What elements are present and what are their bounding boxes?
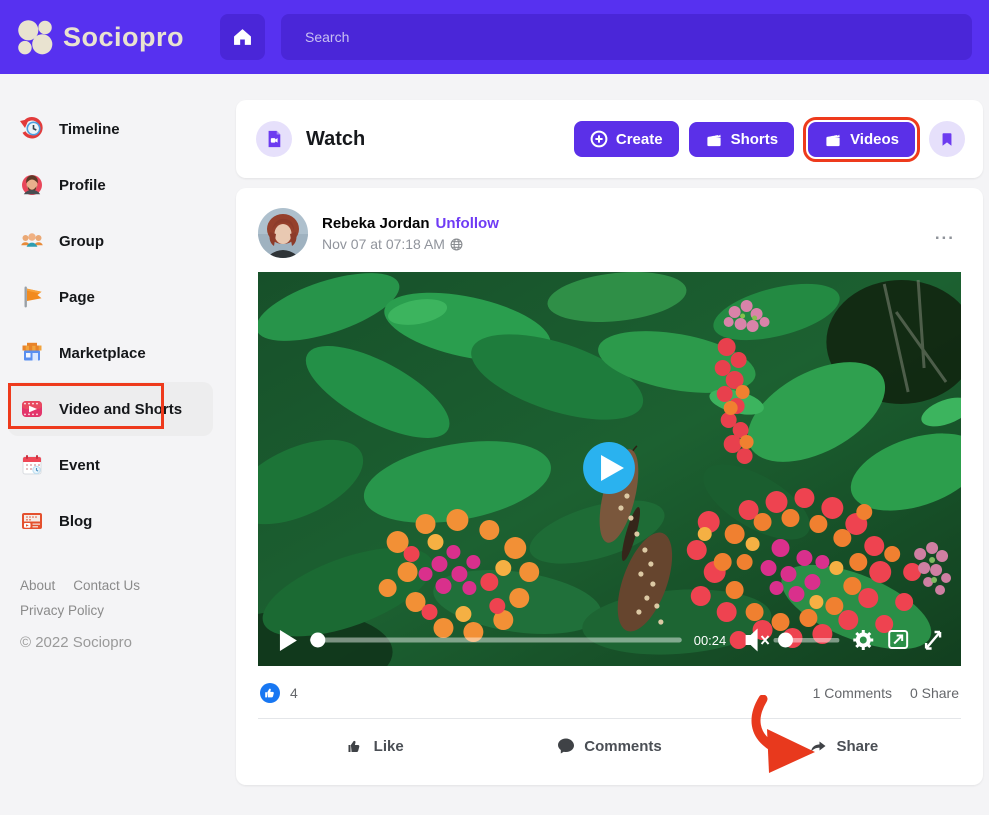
sociopro-logo-icon: [16, 18, 54, 56]
home-button[interactable]: [220, 14, 265, 60]
sidebar-footer: About Contact Us Privacy Policy © 2022 S…: [20, 578, 236, 651]
avatar[interactable]: [258, 208, 308, 258]
current-time: 00:24: [694, 633, 726, 648]
sidebar-item-marketplace[interactable]: Marketplace: [20, 326, 236, 380]
share-button-label: Share: [836, 738, 878, 755]
sidebar-item-label: Timeline: [59, 121, 120, 138]
volume-thumb[interactable]: [778, 633, 793, 648]
post-menu-button[interactable]: ...: [935, 224, 955, 244]
brand-name: Sociopro: [63, 22, 184, 53]
shorts-button[interactable]: Shorts: [689, 122, 795, 157]
shorts-button-label: Shorts: [731, 131, 779, 148]
sidebar-item-label: Profile: [59, 177, 106, 194]
sidebar: Timeline Profile Group: [0, 74, 236, 815]
sidebar-item-page[interactable]: Page: [20, 270, 236, 324]
top-nav: Sociopro: [0, 0, 989, 74]
footer-link-privacy-policy[interactable]: Privacy Policy: [20, 603, 104, 618]
create-button-label: Create: [616, 131, 663, 148]
globe-privacy-icon: [450, 238, 463, 251]
sidebar-item-profile[interactable]: Profile: [20, 158, 236, 212]
share-arrow-icon: [809, 738, 827, 755]
sidebar-item-blog[interactable]: Blog: [20, 494, 236, 548]
sidebar-item-label: Page: [59, 289, 95, 306]
comments-summary[interactable]: 1 Comments: [813, 685, 892, 701]
sidebar-item-timeline[interactable]: Timeline: [20, 102, 236, 156]
create-button[interactable]: Create: [574, 121, 679, 157]
videos-button-label: Videos: [850, 131, 899, 148]
bookmark-icon: [939, 131, 955, 148]
video-shorts-icon: [20, 397, 44, 421]
like-button[interactable]: Like: [258, 737, 492, 755]
comment-bubble-icon: [557, 737, 575, 755]
watch-page-icon: [256, 121, 292, 157]
progress-bar[interactable]: [310, 638, 682, 643]
share-summary[interactable]: 0 Share: [910, 685, 959, 701]
sidebar-item-label: Blog: [59, 513, 92, 530]
group-icon: [20, 229, 44, 253]
page-title: Watch: [306, 128, 365, 151]
page-flag-icon: [20, 285, 44, 309]
author-name[interactable]: Rebeka Jordan: [322, 215, 430, 232]
sidebar-item-video-and-shorts[interactable]: Video and Shorts: [8, 382, 213, 436]
search-input[interactable]: [281, 14, 972, 60]
post-header: Rebeka Jordan Unfollow Nov 07 at 07:18 AM…: [258, 208, 961, 258]
like-button-label: Like: [374, 738, 404, 755]
video-file-icon: [265, 130, 283, 148]
saved-videos-button[interactable]: [929, 121, 965, 157]
clapperboard-icon: [705, 131, 723, 148]
thumbs-up-icon: [347, 737, 365, 755]
post-stats: 4 1 Comments 0 Share: [258, 666, 961, 718]
like-badge-icon: [260, 683, 280, 703]
footer-link-contact-us[interactable]: Contact Us: [73, 578, 140, 593]
event-calendar-icon: [20, 453, 44, 477]
footer-link-about[interactable]: About: [20, 578, 55, 593]
post-actions: Like Comments Share: [258, 719, 961, 761]
share-button[interactable]: Share: [727, 737, 961, 755]
videos-button[interactable]: Videos: [808, 122, 915, 157]
unfollow-link[interactable]: Unfollow: [436, 215, 499, 232]
sidebar-item-label: Video and Shorts: [59, 401, 182, 418]
home-icon: [233, 28, 252, 46]
marketplace-icon: [20, 341, 44, 365]
sidebar-item-event[interactable]: Event: [20, 438, 236, 492]
profile-icon: [20, 173, 44, 197]
sidebar-item-group[interactable]: Group: [20, 214, 236, 268]
brand: Sociopro: [16, 18, 220, 56]
watch-toolbar: Watch Create: [236, 100, 983, 178]
like-count: 4: [290, 685, 298, 701]
avatar-photo: [258, 208, 308, 258]
main-content: Watch Create: [236, 74, 989, 815]
plus-circle-icon: [590, 130, 608, 148]
blog-icon: [20, 509, 44, 533]
video-frame: 00:24: [258, 272, 961, 666]
sidebar-item-label: Group: [59, 233, 104, 250]
post-card: Rebeka Jordan Unfollow Nov 07 at 07:18 AM…: [236, 188, 983, 785]
comments-button[interactable]: Comments: [492, 737, 726, 755]
copyright: © 2022 Sociopro: [20, 634, 236, 651]
progress-thumb[interactable]: [310, 633, 325, 648]
clapperboard-icon: [824, 131, 842, 148]
sidebar-item-label: Event: [59, 457, 100, 474]
timeline-icon: [20, 117, 44, 141]
comments-button-label: Comments: [584, 738, 662, 755]
post-timestamp: Nov 07 at 07:18 AM: [322, 236, 445, 252]
post-author-block: Rebeka Jordan Unfollow Nov 07 at 07:18 AM: [322, 208, 499, 258]
video-play-overlay[interactable]: [583, 442, 635, 494]
video-player: 00:24: [258, 272, 961, 666]
sidebar-item-label: Marketplace: [59, 345, 146, 362]
